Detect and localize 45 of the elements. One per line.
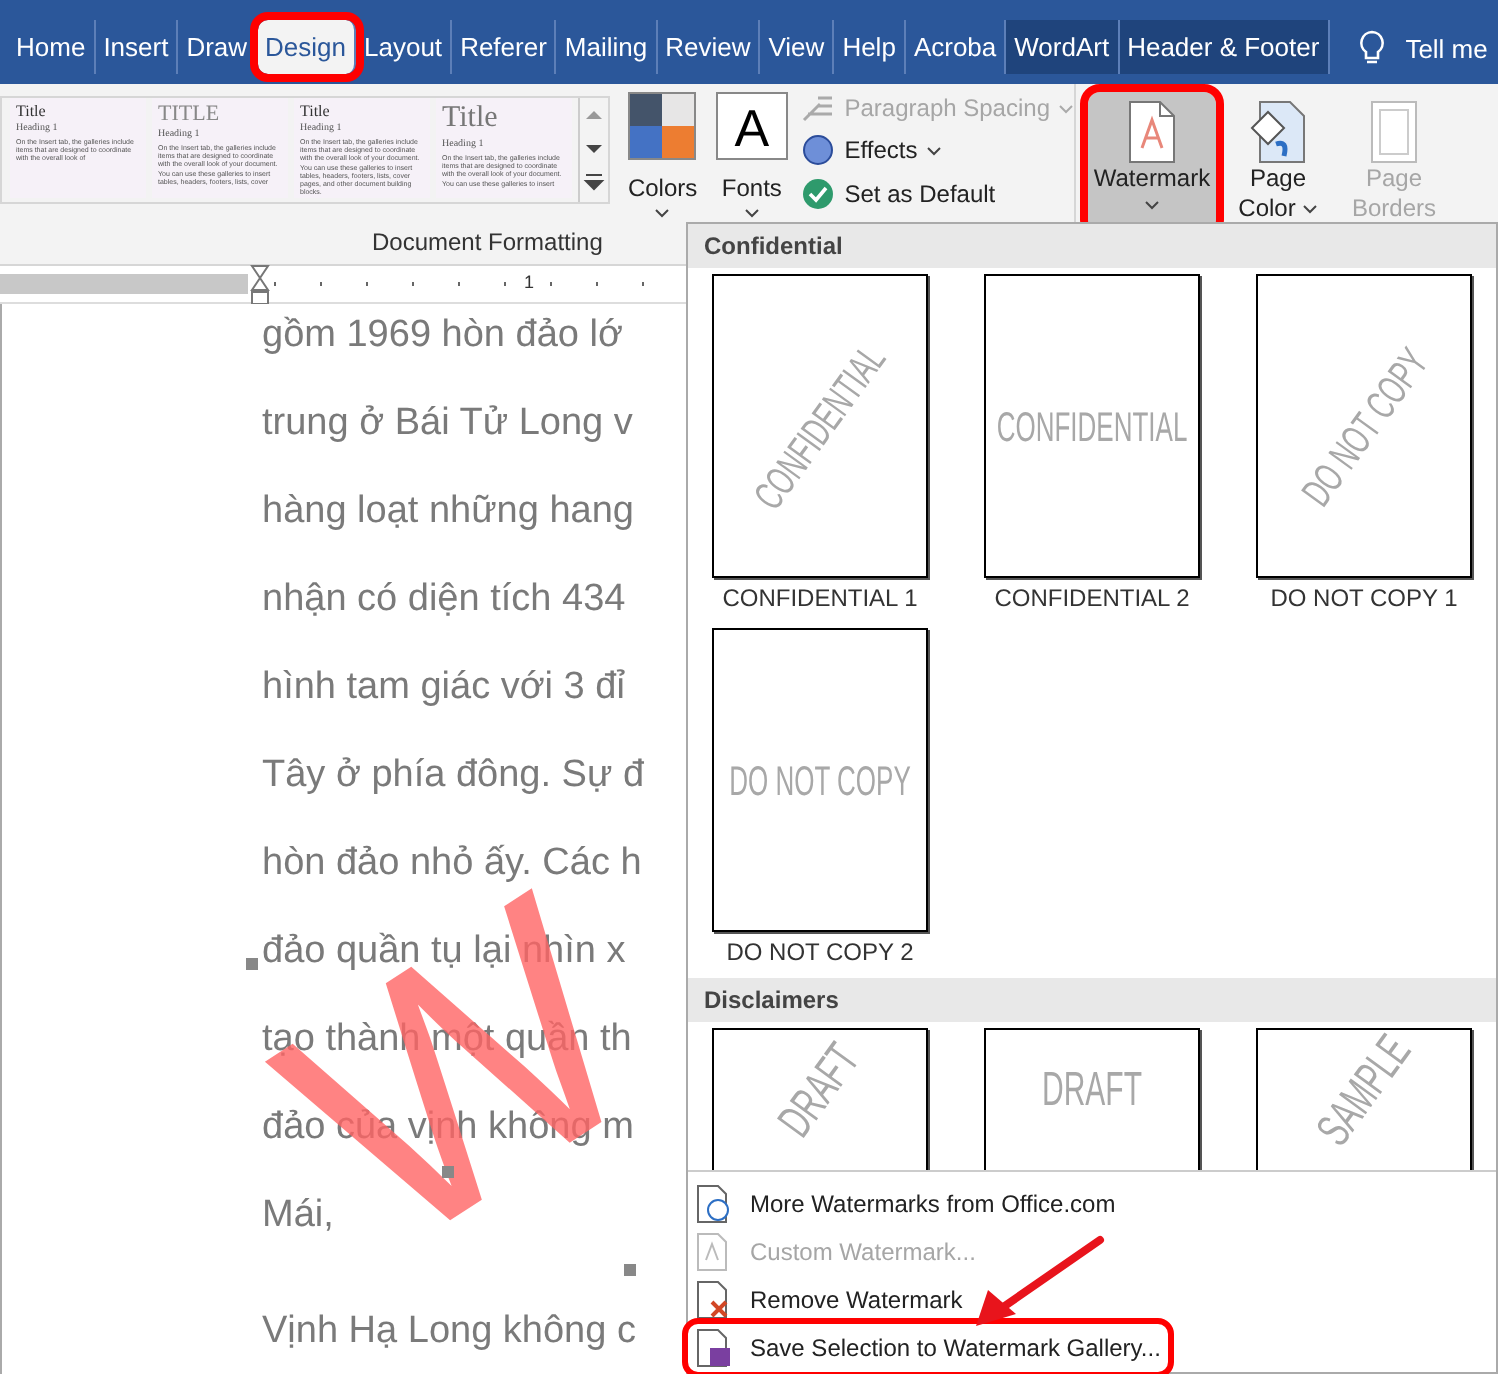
tell-me-search[interactable]: Tell me bbox=[1405, 33, 1488, 63]
ribbon-tab[interactable]: WordArt bbox=[1006, 20, 1120, 74]
format-option[interactable]: Effects bbox=[800, 132, 1074, 168]
paragraph-spacing-icon bbox=[800, 92, 837, 124]
indent-marker[interactable] bbox=[250, 264, 270, 304]
colors-button[interactable]: Colors bbox=[626, 92, 700, 228]
document-text-line: Vịnh Hạ Long không c bbox=[262, 1308, 636, 1356]
document-text-line: gồm 1969 hòn đảo lớ bbox=[262, 312, 623, 360]
document-text-line: hình tam giác với 3 đỉ bbox=[262, 664, 625, 712]
document-text-line: nhận có diện tích 434 bbox=[262, 576, 626, 624]
menu-item[interactable]: More Watermarks from Office.com bbox=[688, 1180, 1168, 1228]
document-text-line: trung ở Bái Tử Long v bbox=[262, 400, 633, 448]
section-heading: Disclaimers bbox=[688, 978, 1496, 1022]
watermark-label: CONFIDENTIAL 2 bbox=[994, 582, 1190, 616]
format-option[interactable]: Set as Default bbox=[800, 176, 1074, 212]
circle-icon bbox=[800, 132, 837, 168]
resize-handle[interactable] bbox=[624, 1264, 636, 1276]
group-label: Document Formatting bbox=[372, 228, 603, 260]
menu-item[interactable]: Save Selection to Watermark Gallery... bbox=[688, 1324, 1168, 1372]
document-text-line: hàng loạt những hang bbox=[262, 488, 634, 536]
watermark-label: CONFIDENTIAL 1 bbox=[722, 582, 918, 616]
resize-handle[interactable] bbox=[246, 958, 258, 970]
ribbon-tab[interactable]: Layout bbox=[356, 20, 453, 74]
ribbon-tab[interactable]: Header & Footer bbox=[1119, 20, 1330, 74]
menu-item[interactable]: Remove Watermark bbox=[688, 1276, 1168, 1324]
document-text-line: Tây ở phía đông. Sự đ bbox=[262, 752, 645, 800]
ribbon-tab[interactable]: Review bbox=[657, 20, 761, 74]
fonts-button[interactable]: A Fonts bbox=[715, 92, 789, 228]
ribbon-tab[interactable]: Help bbox=[834, 20, 906, 74]
checkmark-icon bbox=[800, 176, 837, 212]
ribbon-tab[interactable]: View bbox=[760, 20, 835, 74]
section-heading: Confidential bbox=[688, 224, 1496, 268]
ruler-number: 1 bbox=[524, 272, 535, 292]
document-text-line: hòn đảo nhỏ ấy. Các h bbox=[262, 840, 642, 888]
lightbulb-icon bbox=[1357, 30, 1386, 66]
color-swatch-icon bbox=[628, 92, 697, 160]
watermark-label: DO NOT COPY 1 bbox=[1270, 582, 1458, 616]
ribbon-tab[interactable]: Insert bbox=[95, 20, 179, 74]
ribbon-tab[interactable]: Referer bbox=[452, 20, 557, 74]
ribbon-tab[interactable]: Home bbox=[8, 20, 96, 74]
watermark-label: DO NOT COPY 2 bbox=[726, 936, 914, 970]
paint-bucket-icon bbox=[1248, 100, 1308, 164]
ribbon-tab[interactable]: Mailing bbox=[556, 20, 658, 74]
page-letter-icon bbox=[1126, 100, 1178, 164]
page-border-icon bbox=[1368, 100, 1420, 164]
